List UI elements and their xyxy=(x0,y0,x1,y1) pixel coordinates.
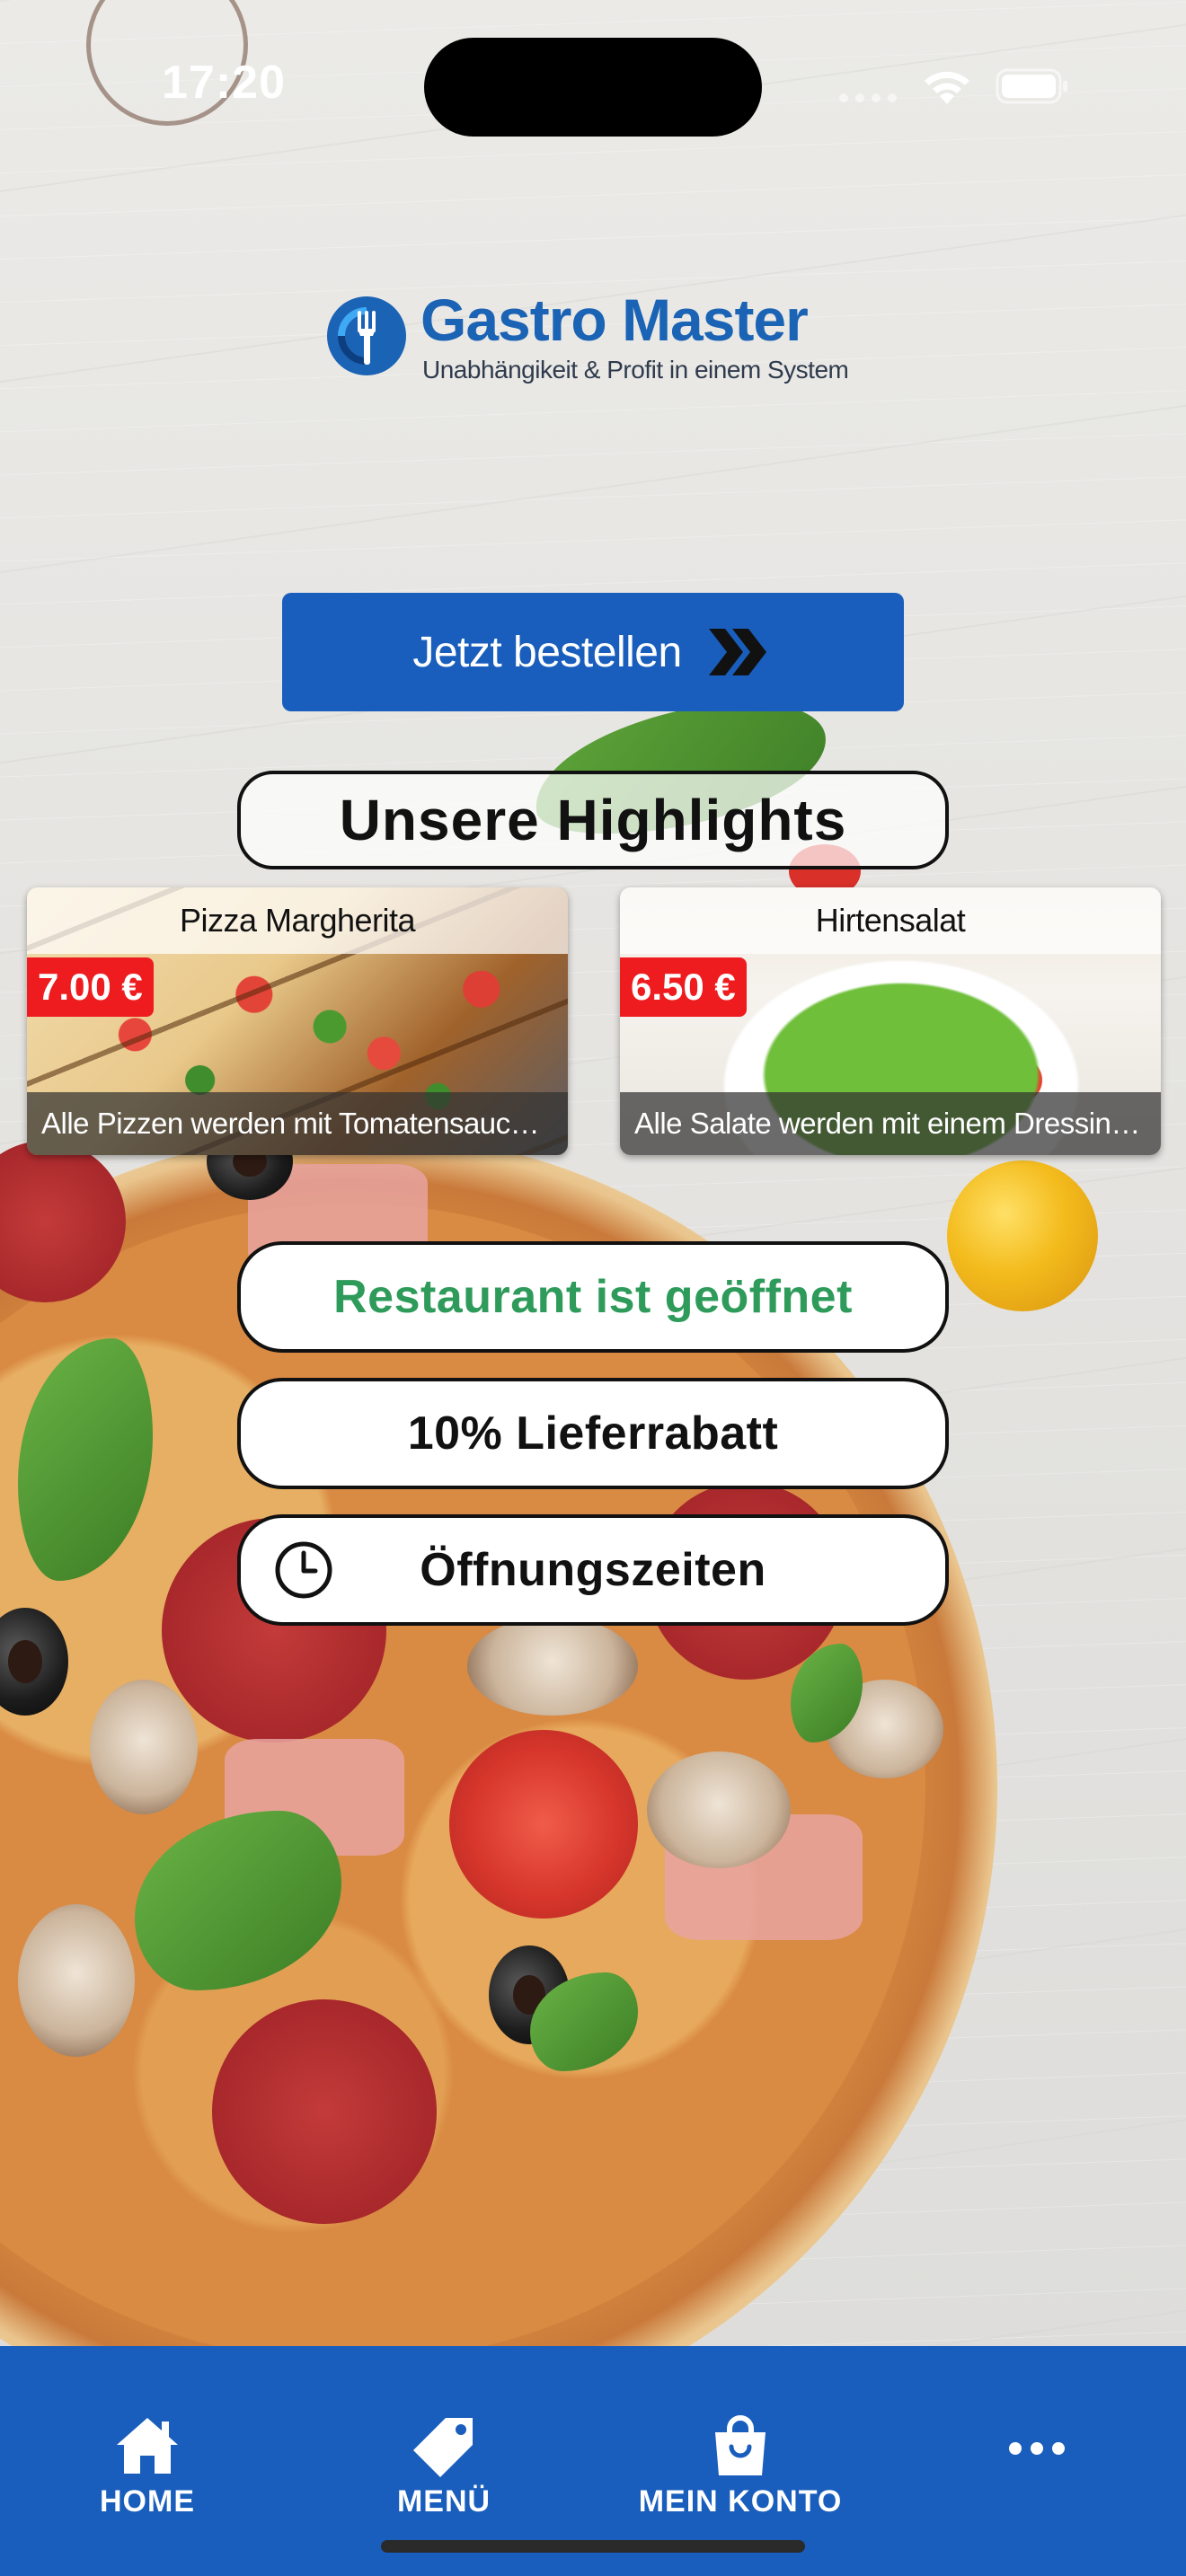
more-dots-icon xyxy=(1009,2442,1065,2455)
logo-title: Gastro Master xyxy=(420,287,809,353)
order-now-button[interactable]: Jetzt bestellen xyxy=(282,593,904,711)
logo-subtitle: Unabhängikeit & Profit in einem System xyxy=(422,356,849,384)
card-price-badge: 6.50 € xyxy=(620,957,747,1017)
shopping-bag-icon xyxy=(715,2415,766,2475)
highlight-card-hirtensalat[interactable]: Hirtensalat 6.50 € Alle Salate werden mi… xyxy=(620,887,1161,1155)
card-description: Alle Pizzen werden mit Tomatensauce und … xyxy=(41,1107,553,1140)
card-description: Alle Salate werden mit einem Dressing na… xyxy=(634,1107,1146,1140)
tab-label: MENÜ xyxy=(396,2484,491,2519)
card-price: 7.00 € xyxy=(38,966,143,1008)
brand-logo: Gastro Master Unabhängikeit & Profit in … xyxy=(323,286,863,393)
tomato-topping xyxy=(449,1730,638,1919)
house-icon xyxy=(117,2418,178,2474)
card-title-bar: Pizza Margherita xyxy=(27,887,568,954)
clock-icon xyxy=(275,1541,332,1599)
discount-text: 10% Lieferrabatt xyxy=(407,1407,779,1460)
card-title-bar: Hirtensalat xyxy=(620,887,1161,954)
card-description-bar: Alle Pizzen werden mit Tomatensauce und … xyxy=(27,1092,568,1155)
status-time: 17:20 xyxy=(162,57,286,109)
battery-icon xyxy=(996,68,1067,104)
card-description-bar: Alle Salate werden mit einem Dressing na… xyxy=(620,1092,1161,1155)
opening-hours-button[interactable]: Öffnungszeiten xyxy=(237,1514,949,1626)
dynamic-island xyxy=(424,38,762,137)
tab-label: MEIN KONTO xyxy=(638,2484,843,2519)
card-product-name: Pizza Margherita xyxy=(179,902,416,939)
mushroom-topping xyxy=(90,1680,198,1814)
cellular-signal-icon xyxy=(839,93,897,102)
wifi-icon xyxy=(925,71,969,104)
tab-my-account[interactable]: MEIN KONTO xyxy=(615,2414,866,2531)
tab-label: HOME xyxy=(100,2484,195,2519)
tab-menu[interactable]: MENÜ xyxy=(318,2414,570,2531)
tab-more[interactable] xyxy=(911,2414,1163,2531)
opening-hours-label: Öffnungszeiten xyxy=(420,1544,766,1596)
card-product-name: Hirtensalat xyxy=(815,902,966,939)
restaurant-open-status: Restaurant ist geöffnet xyxy=(237,1241,949,1353)
mushroom-topping xyxy=(18,1904,135,2057)
fork-logo-icon xyxy=(327,296,406,375)
tab-home[interactable]: HOME xyxy=(22,2414,273,2531)
home-screen: 17:20 Gastro Master Unabhängikeit & Prof… xyxy=(0,0,1186,2576)
mushroom-topping xyxy=(467,1617,638,1716)
mushroom-topping xyxy=(647,1751,791,1868)
card-price: 6.50 € xyxy=(631,966,736,1008)
highlights-heading-box: Unsere Highlights xyxy=(237,771,949,869)
card-price-badge: 7.00 € xyxy=(27,957,154,1017)
home-indicator[interactable] xyxy=(381,2540,805,2553)
double-chevron-right-icon xyxy=(708,629,766,675)
delivery-discount-badge: 10% Lieferrabatt xyxy=(237,1378,949,1489)
salami-topping xyxy=(212,1999,437,2224)
open-status-text: Restaurant ist geöffnet xyxy=(333,1271,853,1323)
order-now-label: Jetzt bestellen xyxy=(412,628,682,676)
tag-icon xyxy=(413,2418,473,2477)
yellow-tomato-decoration xyxy=(947,1160,1098,1311)
highlight-card-pizza-margherita[interactable]: Pizza Margherita 7.00 € Alle Pizzen werd… xyxy=(27,887,568,1155)
highlights-heading: Unsere Highlights xyxy=(339,788,847,852)
